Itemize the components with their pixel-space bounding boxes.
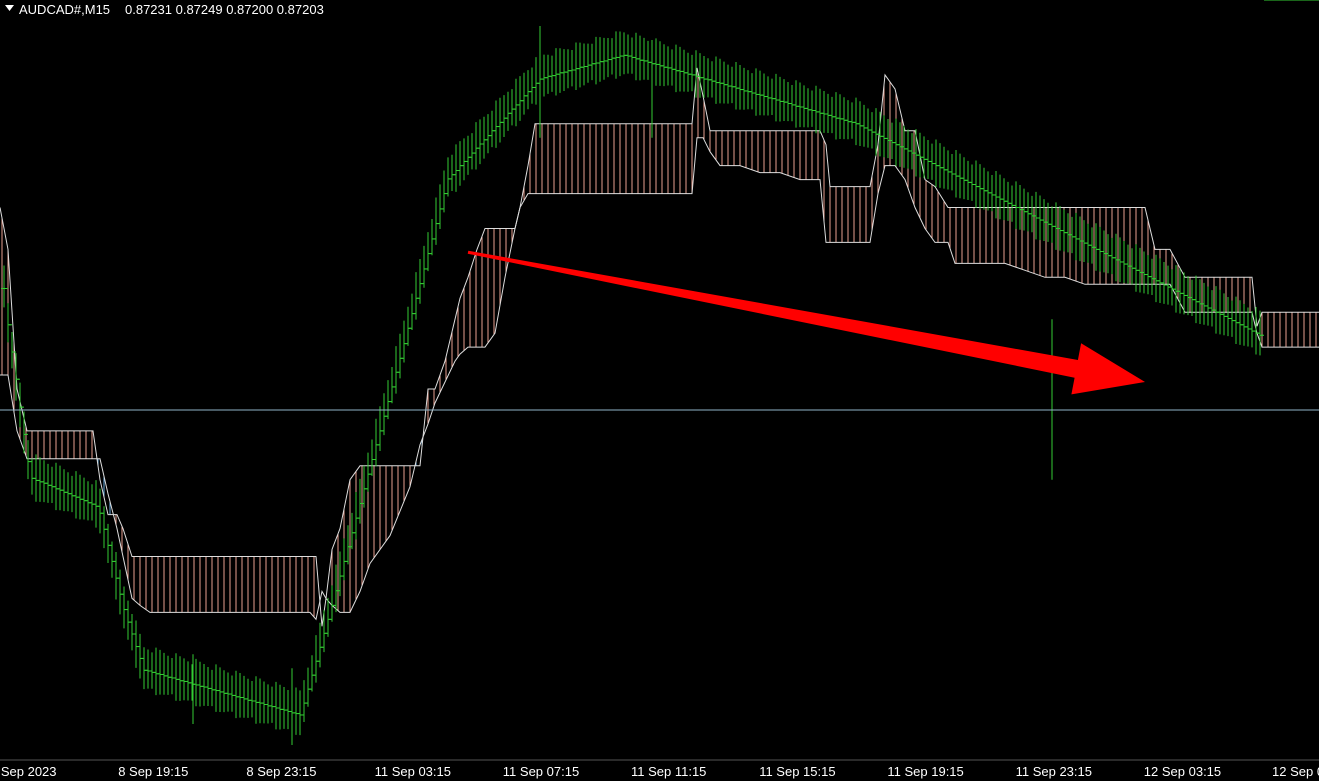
time-tick-label: 12 Sep 07:15 — [1272, 764, 1319, 779]
time-tick-label: 11 Sep 03:15 — [375, 764, 451, 779]
time-tick-label: 11 Sep 15:15 — [759, 764, 835, 779]
chart-canvas[interactable]: AUDCAD#,M15 0.87231 0.87249 0.87200 0.87… — [0, 0, 1319, 781]
time-tick-label: 8 Sep 23:15 — [246, 764, 316, 779]
time-tick-label: 11 Sep 07:15 — [503, 764, 579, 779]
ohlc-readout: 0.87231 0.87249 0.87200 0.87203 — [125, 2, 324, 17]
time-tick-label: 12 Sep 03:15 — [1144, 764, 1221, 779]
time-tick-label: 8 Sep 2023 — [0, 764, 57, 779]
chart-header: AUDCAD#,M15 0.87231 0.87249 0.87200 0.87… — [5, 2, 324, 17]
time-tick-label: 8 Sep 19:15 — [118, 764, 188, 779]
time-tick-label: 11 Sep 19:15 — [887, 764, 963, 779]
chart-background — [0, 0, 1319, 781]
time-tick-label: 11 Sep 11:15 — [631, 764, 706, 779]
time-tick-label: 11 Sep 23:15 — [1016, 764, 1092, 779]
symbol-label: AUDCAD#,M15 — [19, 2, 110, 17]
